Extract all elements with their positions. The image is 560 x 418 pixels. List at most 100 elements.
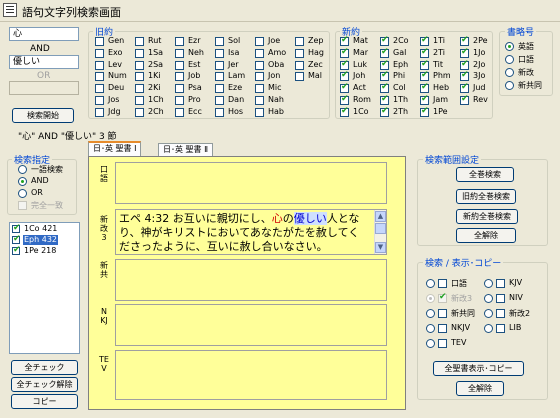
checkbox[interactable]: [295, 48, 304, 58]
checkbox[interactable]: [438, 292, 447, 303]
checkbox[interactable]: [215, 96, 224, 105]
verse-box-shinkai3[interactable]: エペ 4:32 お互いに親切にし、心の優しい人となり、神がキリストにおいてあなた…: [115, 209, 387, 255]
radio-button[interactable]: [505, 81, 514, 90]
display-clear-button[interactable]: 全解除: [456, 381, 504, 396]
checkbox[interactable]: [215, 84, 224, 94]
checkbox[interactable]: [340, 35, 349, 46]
show-copy-all-button[interactable]: 全聖書表示･コピー: [433, 361, 524, 376]
radio-button[interactable]: [18, 165, 27, 174]
checkbox[interactable]: [340, 106, 349, 117]
checkbox[interactable]: [380, 59, 389, 70]
checkbox[interactable]: [438, 279, 447, 288]
search-term-1-input[interactable]: 心: [9, 27, 79, 41]
checkbox[interactable]: [420, 106, 429, 117]
checkbox[interactable]: [175, 37, 184, 46]
checkbox[interactable]: [420, 82, 429, 94]
copy-button[interactable]: コピー: [11, 394, 78, 409]
checkbox[interactable]: [175, 48, 184, 58]
checkbox[interactable]: [95, 60, 104, 70]
result-row[interactable]: 1Pe 218: [11, 245, 78, 257]
checkbox[interactable]: [460, 47, 469, 58]
checkbox[interactable]: [340, 70, 349, 82]
checkbox[interactable]: [380, 47, 389, 58]
checkbox[interactable]: [135, 84, 144, 94]
checkbox[interactable]: [135, 96, 144, 105]
checkbox[interactable]: [295, 60, 304, 70]
checkbox[interactable]: [340, 82, 349, 94]
checkbox[interactable]: [496, 279, 505, 288]
checkbox[interactable]: [95, 37, 104, 46]
checkbox[interactable]: [295, 37, 304, 46]
checkbox[interactable]: [340, 47, 349, 58]
radio-button[interactable]: [484, 324, 493, 333]
checkbox[interactable]: [380, 82, 389, 94]
result-checkbox[interactable]: [12, 234, 21, 244]
checkbox[interactable]: [135, 37, 144, 46]
checkbox[interactable]: [460, 94, 469, 105]
checkbox[interactable]: [380, 94, 389, 105]
checkbox[interactable]: [95, 107, 104, 117]
checkbox[interactable]: [255, 48, 264, 58]
radio-button[interactable]: [484, 294, 493, 303]
checkbox[interactable]: [175, 60, 184, 70]
radio-button[interactable]: [426, 279, 435, 288]
checkbox[interactable]: [255, 107, 264, 117]
result-checkbox[interactable]: [12, 223, 21, 233]
checkbox[interactable]: [255, 37, 264, 46]
search-term-3-input[interactable]: [9, 81, 79, 95]
results-list[interactable]: 1Co 421 Eph 4321Pe 218: [9, 222, 80, 354]
checkbox[interactable]: [420, 47, 429, 58]
checkbox[interactable]: [460, 35, 469, 46]
search-term-2-input[interactable]: 優しい: [9, 55, 79, 69]
checkbox[interactable]: [255, 60, 264, 70]
tab-bible-2[interactable]: 日･英 聖書 Ⅱ: [158, 143, 214, 157]
checkbox[interactable]: [438, 324, 447, 333]
radio-button[interactable]: [426, 324, 435, 333]
checkbox[interactable]: [255, 84, 264, 94]
checkbox[interactable]: [95, 72, 104, 82]
scroll-down-arrow-icon[interactable]: ▼: [375, 242, 386, 253]
checkbox[interactable]: [215, 48, 224, 58]
checkbox[interactable]: [215, 72, 224, 82]
checkbox[interactable]: [95, 84, 104, 94]
checkbox[interactable]: [135, 60, 144, 70]
checkbox[interactable]: [460, 70, 469, 82]
check-all-button[interactable]: 全チェック: [11, 360, 78, 375]
all-books-search-button[interactable]: 全巻検索: [456, 167, 514, 182]
checkbox[interactable]: [420, 70, 429, 82]
radio-button[interactable]: [426, 309, 435, 318]
scroll-up-arrow-icon[interactable]: ▲: [375, 211, 386, 222]
checkbox[interactable]: [380, 35, 389, 46]
uncheck-all-button[interactable]: 全チェック解除: [11, 377, 78, 392]
search-start-button[interactable]: 検索開始: [12, 108, 74, 123]
radio-button[interactable]: [505, 68, 514, 77]
checkbox[interactable]: [380, 106, 389, 117]
verse-scrollbar[interactable]: ▲ ▼: [374, 210, 386, 254]
checkbox[interactable]: [420, 94, 429, 105]
radio-button[interactable]: [484, 309, 493, 318]
scroll-thumb[interactable]: [375, 223, 386, 234]
tab-bible-1[interactable]: 日･英 聖書 Ⅰ: [88, 141, 142, 157]
checkbox[interactable]: [380, 70, 389, 82]
exact-match-box[interactable]: [18, 201, 27, 210]
radio-button[interactable]: [18, 177, 27, 186]
checkbox[interactable]: [135, 72, 144, 82]
range-clear-button[interactable]: 全解除: [456, 228, 516, 243]
checkbox[interactable]: [496, 294, 505, 303]
radio-button[interactable]: [505, 55, 514, 64]
checkbox[interactable]: [496, 324, 505, 333]
checkbox[interactable]: [438, 309, 447, 318]
new-testament-search-button[interactable]: 新約全巻検索: [456, 209, 518, 224]
checkbox[interactable]: [215, 37, 224, 46]
checkbox[interactable]: [135, 48, 144, 58]
checkbox[interactable]: [420, 35, 429, 46]
checkbox[interactable]: [175, 107, 184, 117]
radio-button[interactable]: [505, 42, 514, 51]
checkbox[interactable]: [175, 72, 184, 82]
checkbox[interactable]: [255, 72, 264, 82]
radio-button[interactable]: [426, 339, 435, 348]
radio-button[interactable]: [426, 294, 435, 303]
checkbox[interactable]: [420, 59, 429, 70]
checkbox[interactable]: [460, 82, 469, 94]
checkbox[interactable]: [135, 107, 144, 117]
